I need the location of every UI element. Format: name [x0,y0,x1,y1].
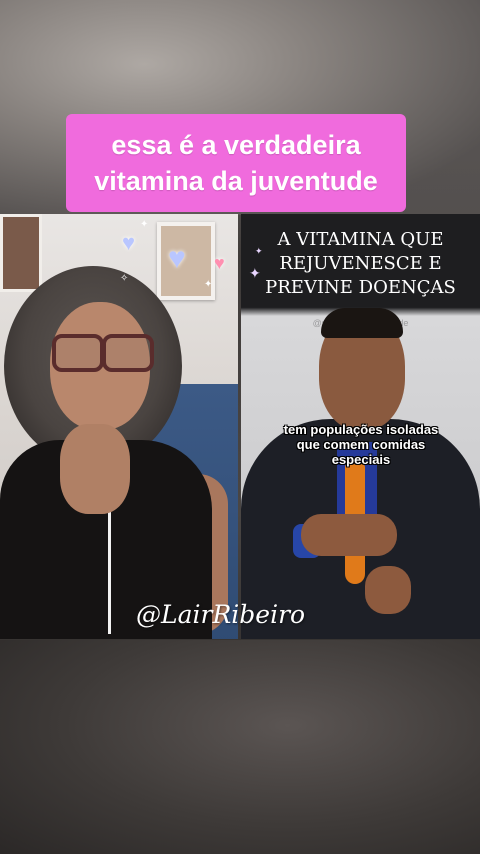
heart-icon: ♥ [122,230,136,255]
headline-line-3: PREVINE DOENÇAS [265,277,456,298]
heart-icon: ♥ [168,242,186,275]
caption-line-2: vitamina da juventude [94,166,378,196]
woman-hand [60,424,130,514]
wall-picture [0,214,42,292]
glasses-lens-right [102,334,154,372]
sparkle-icon: ✦ [204,279,213,290]
sparkle-icon: ✦ [140,219,149,230]
sparkle-icon: ✦ [249,265,261,281]
glasses-lens-left [52,334,104,372]
right-video-panel: A VITAMINA QUE REJUVENESCE E PREVINE DOE… [241,214,480,639]
headline-line-1: A VITAMINA QUE [277,229,444,250]
man-hair [321,308,403,338]
sparkle-icon: ✦ [255,246,263,256]
man-hand [301,514,397,556]
left-video-panel: ♥ ♥ ♥ ✦ ✦ ✧ [0,214,238,639]
man-hand [365,566,411,614]
sparkle-icon: ✧ [120,273,129,284]
headline: A VITAMINA QUE REJUVENESCE E PREVINE DOE… [241,228,480,300]
creator-signature: @LairRibeiro [136,600,306,629]
heart-icon: ♥ [214,253,225,273]
subtitle-line-3: especiais [331,452,391,467]
glasses [52,334,154,372]
blurred-background-bottom [0,640,480,854]
caption-banner: essa é a verdadeira vitamina da juventud… [66,114,406,212]
subtitle: tem populações isoladas que comem comida… [259,422,463,467]
subtitle-line-1: tem populações isoladas [283,422,439,437]
headline-line-2: REJUVENESCE E [279,253,442,274]
caption-line-1: essa é a verdadeira [111,130,361,160]
subtitle-line-2: que comem comidas [296,437,426,452]
